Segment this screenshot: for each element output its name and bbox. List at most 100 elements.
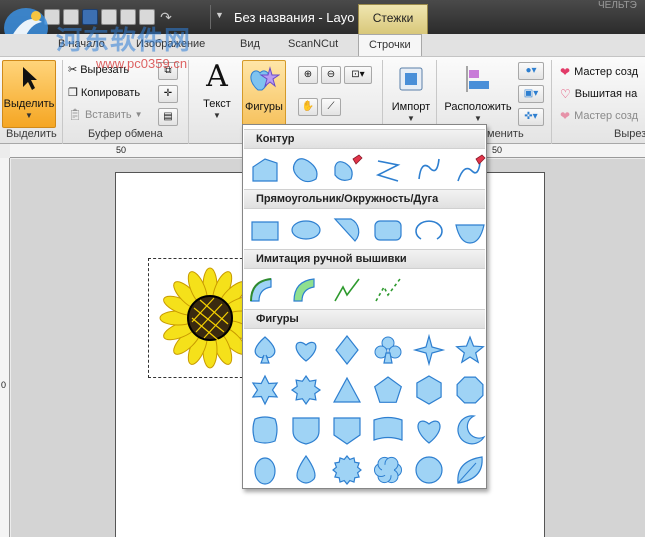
shape-eight-point-star[interactable] [288,373,324,407]
shape-hexagon[interactable] [411,373,447,407]
heart-dotted-icon: ❤ [560,109,571,123]
hand-pan-icon[interactable]: ✋ [298,98,318,116]
wizard-create-1[interactable]: ❤ Мастер созд [560,65,638,79]
shape-running-stitch-line[interactable] [329,273,365,307]
flip-icon[interactable]: ✜▾ [518,108,544,126]
shape-sector[interactable] [329,213,365,247]
zoom-fit-icon[interactable]: ⊡▾ [344,66,372,84]
view-tools: ✋ ⟋ [298,98,341,116]
arrange-icon [466,66,489,92]
tab-scanncut[interactable]: ScanNCut [288,38,338,50]
tab-view[interactable]: Вид [240,38,260,50]
watermark-url: www.pc0359.cn [96,56,188,71]
shape-rectangle[interactable] [247,213,283,247]
shape-ellipse[interactable] [288,213,324,247]
chevron-down-icon: ▼ [134,110,143,119]
shapes-dropdown: Контур Прямоугольник/Окружность/Дуга Ими… [242,124,487,489]
shape-six-point-star[interactable] [247,373,283,407]
circle-icon [415,456,443,484]
select-button[interactable]: Выделить ▼ [2,60,56,128]
shape-shield[interactable] [288,413,324,447]
paste-label: Вставить [84,108,132,121]
teardrop-icon [296,454,316,484]
ruler-mark: 0 [1,380,7,390]
shape-seal[interactable] [329,453,365,487]
shape-heart[interactable] [411,413,447,447]
zoom-out-icon[interactable]: ⊖ [321,66,341,84]
shape-banner[interactable] [370,413,406,447]
shape-crescent-moon[interactable] [452,413,488,447]
pen-freehand-icon [334,154,363,181]
shape-half-ellipse[interactable] [452,213,488,247]
shape-flower[interactable] [370,453,406,487]
shape-octagon[interactable] [452,373,488,407]
thick-stitch-arc-icon [250,278,272,302]
group-objects-icon[interactable]: ●▾ [518,62,544,80]
shape-heart-outline[interactable] [288,333,324,367]
scalloped-square-icon [252,416,278,444]
arrow-cursor-icon [23,67,37,90]
shape-diamond[interactable] [329,333,365,367]
arrange-label: Расположить [444,101,512,113]
delete-icon[interactable]: ▤ [158,108,178,126]
qat-dropdown-icon[interactable]: ▼ [215,10,224,20]
paste-icon: 📋︎ [68,109,82,121]
shape-pentagon-badge[interactable] [329,413,365,447]
document-title: Без названия - Layo [234,10,355,25]
ruler-vertical: 0 [0,158,10,537]
wizard-label-1: Мастер созд [574,66,639,78]
shape-zigzag-line[interactable] [370,153,406,187]
shape-teardrop[interactable] [288,453,324,487]
shape-club[interactable] [370,333,406,367]
hexagon-icon [416,375,442,405]
shape-satin-stitch-arc[interactable] [288,273,324,307]
paste-button[interactable]: 📋︎ Вставить ▼ [68,108,143,122]
shape-arc[interactable] [411,213,447,247]
shape-pen-line[interactable] [452,153,488,187]
shape-rounded-rectangle[interactable] [370,213,406,247]
shape-scalloped-square[interactable] [247,413,283,447]
shape-thick-stitch-arc[interactable] [247,273,283,307]
copy-button[interactable]: ❐ Копировать [68,86,141,100]
half-ellipse-icon [455,224,485,244]
shape-four-point-star[interactable] [411,333,447,367]
arrange-button[interactable]: Расположить ▼ [440,60,516,128]
import-button[interactable]: Импорт ▼ [388,60,434,128]
copy-label: Копировать [80,86,141,99]
leaf-icon [457,456,483,484]
shape-spade[interactable] [247,333,283,367]
shapes-button[interactable]: Фигуры [242,60,286,128]
align-icon[interactable]: ▣▾ [518,85,544,103]
shape-pentagon[interactable] [370,373,406,407]
measure-icon[interactable]: ⟋ [321,98,341,116]
shape-leaf[interactable] [452,453,488,487]
wizard-create-2[interactable]: ❤ Мастер созд [560,109,638,123]
tab-stitches[interactable]: Строчки [358,34,422,56]
shape-dashed-stitch-line[interactable] [370,273,406,307]
shape-polygon-outline[interactable] [247,153,283,187]
text-button[interactable]: A Текст ▼ [196,60,238,128]
shape-circle[interactable] [411,453,447,487]
wizard-embroidered[interactable]: ♡ Вышитая на [560,87,637,101]
shield-icon [292,417,320,445]
shape-s-curve[interactable] [411,153,447,187]
four-point-star-icon [412,333,446,367]
title-separator [210,5,211,29]
five-point-star-icon [455,335,485,364]
selection-box [148,258,248,378]
shape-triangle[interactable] [329,373,365,407]
shape-five-point-star[interactable] [452,333,488,367]
shape-pen-freehand[interactable] [329,153,365,187]
group-divider [188,60,189,144]
shapes-label: Фигуры [245,101,283,113]
ellipse-icon [291,220,321,240]
select-label: Выделить [3,98,55,110]
section-header-outline: Контур [244,129,485,149]
watermark-site-name: 河东软件网 [56,26,192,56]
zoom-in-icon[interactable]: ⊕ [298,66,318,84]
shape-closed-curve[interactable] [288,153,324,187]
club-icon [374,336,402,364]
shape-egg[interactable] [247,453,283,487]
diamond-icon [335,335,359,365]
center-icon[interactable]: ✛ [158,85,178,103]
